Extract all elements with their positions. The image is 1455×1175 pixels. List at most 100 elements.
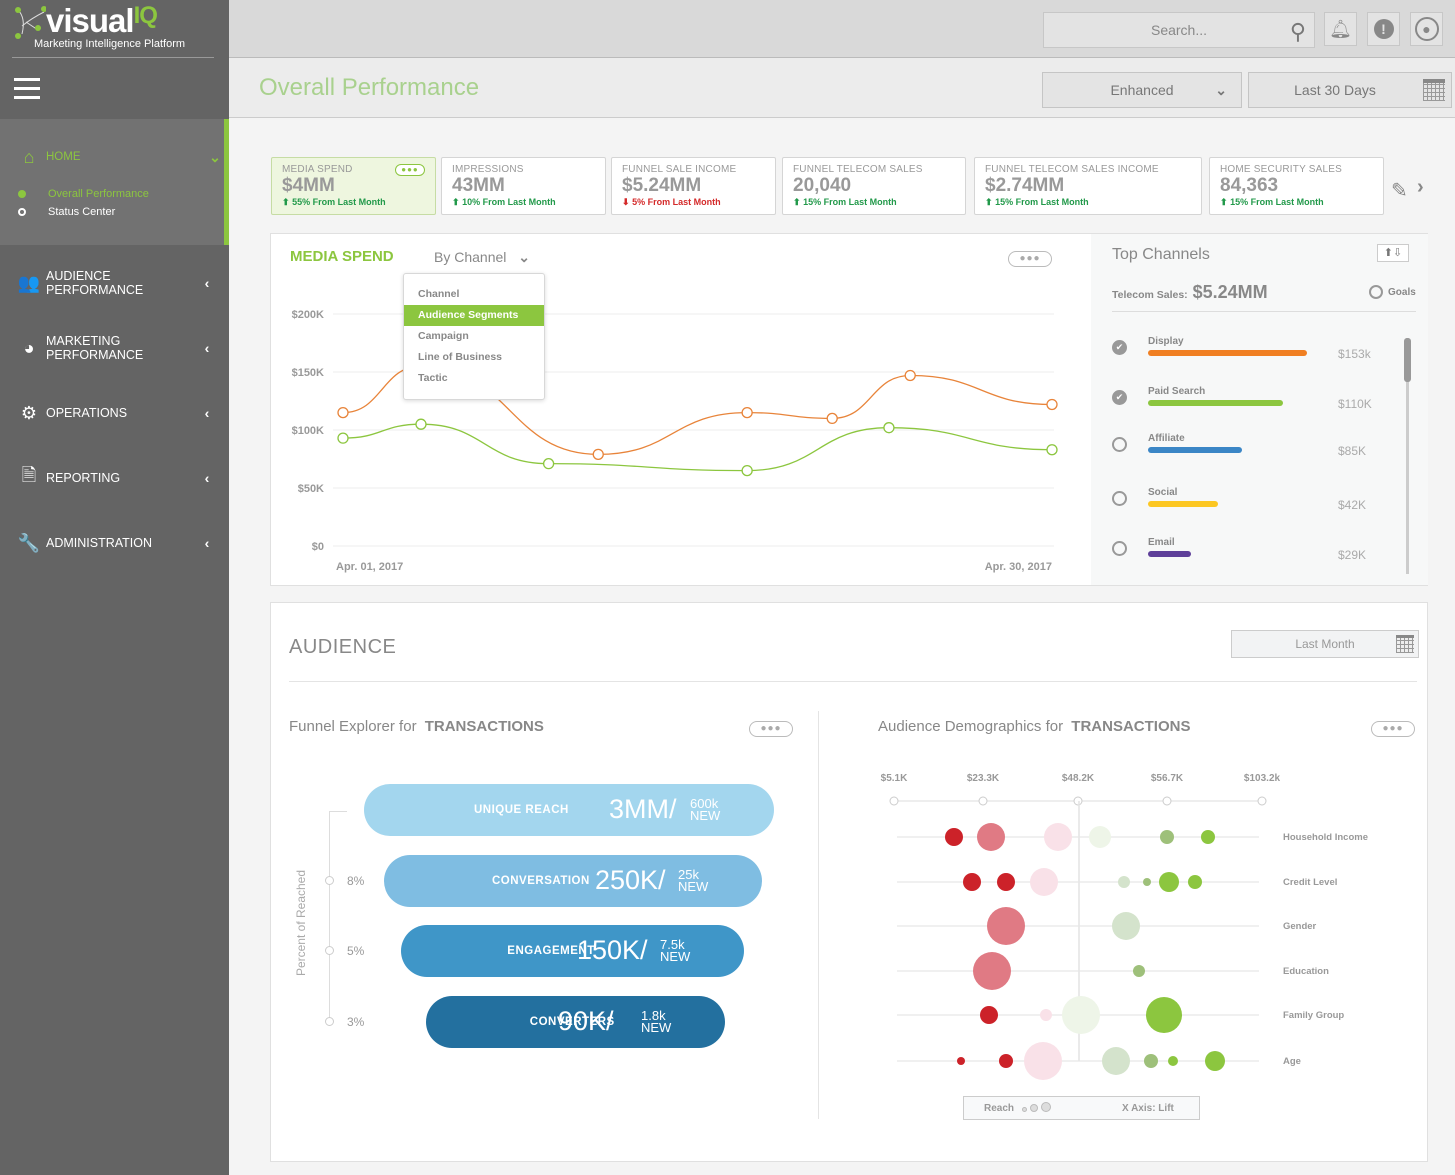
date-range-select[interactable]: Last 30 Days	[1248, 72, 1452, 108]
sidebar-item-home[interactable]: ⌂ HOME ⌄	[0, 137, 229, 177]
bubble[interactable]	[957, 1057, 965, 1065]
goals-toggle[interactable]: Goals	[1369, 285, 1416, 299]
bubble[interactable]	[980, 1006, 998, 1024]
bubble[interactable]	[1044, 823, 1072, 851]
sidebar-item-reporting[interactable]: 🗎 REPORTING ‹	[0, 458, 229, 498]
data-point[interactable]	[1046, 444, 1058, 456]
bubble[interactable]	[1160, 830, 1174, 844]
bubble[interactable]	[997, 873, 1015, 891]
channel-row[interactable]: ✔ Paid Search $110K	[1112, 386, 1392, 430]
bubble[interactable]	[1062, 996, 1100, 1034]
bubble[interactable]	[1143, 878, 1151, 886]
chevron-left-icon: ‹	[204, 340, 210, 356]
logo-mark-icon	[15, 6, 46, 39]
bubble[interactable]	[1112, 912, 1140, 940]
radio-icon[interactable]	[1112, 491, 1127, 506]
bubble[interactable]	[1201, 830, 1215, 844]
data-point[interactable]	[415, 418, 427, 430]
data-point[interactable]	[741, 406, 753, 419]
sidebar-subitem-status-center[interactable]: Status Center	[18, 206, 115, 218]
data-point[interactable]	[883, 422, 895, 434]
sidebar-subitem-overall-performance[interactable]: Overall Performance	[18, 188, 149, 200]
bubble[interactable]	[1133, 965, 1145, 977]
edit-icon[interactable]: ✎	[1391, 178, 1408, 203]
menu-item-line-of-business[interactable]: Line of Business	[404, 347, 544, 368]
checked-circle-icon[interactable]: ✔	[1112, 340, 1127, 355]
bubble[interactable]	[1144, 1054, 1158, 1068]
channel-value: $153k	[1338, 347, 1371, 361]
kpi-card-funnel-sale-income[interactable]: FUNNEL SALE INCOME $5.24MM ⬇ 5% From Las…	[611, 157, 776, 215]
more-options-button[interactable]: ●●●	[749, 721, 793, 737]
bubble[interactable]	[945, 828, 963, 846]
menu-item-channel[interactable]: Channel	[404, 284, 544, 305]
bubble[interactable]	[1024, 1042, 1062, 1080]
sidebar-item-administration[interactable]: 🔧 ADMINISTRATION ‹	[0, 523, 229, 563]
notifications-button[interactable]: 🔔︎	[1324, 12, 1357, 46]
user-profile-button[interactable]: ●	[1410, 12, 1443, 46]
bubble[interactable]	[963, 873, 981, 891]
search-input[interactable]: Search... ⚲	[1043, 12, 1315, 48]
radio-icon[interactable]	[1112, 541, 1127, 556]
data-point[interactable]	[592, 448, 604, 461]
search-icon[interactable]: ⚲	[1290, 15, 1306, 49]
bubble[interactable]	[1118, 876, 1130, 888]
x-tick-label: Apr. 01, 2017	[336, 561, 403, 573]
bubble[interactable]	[1168, 1056, 1178, 1066]
logo[interactable]: visualIQ Marketing Intelligence Platform	[12, 2, 214, 58]
more-options-button[interactable]: ●●●	[1371, 721, 1415, 737]
sidebar-item-marketing-performance[interactable]: ◕ MARKETING PERFORMANCE ‹	[0, 328, 229, 368]
inactive-dot-icon	[18, 208, 26, 216]
funnel-stage[interactable]: ENGAGEMENT 150K/7.5k NEW	[401, 925, 744, 977]
chevron-right-icon[interactable]: ›	[1417, 176, 1424, 199]
data-point[interactable]	[904, 369, 916, 382]
bubble[interactable]	[1030, 868, 1058, 896]
channel-row[interactable]: Affiliate $85K	[1112, 433, 1392, 477]
audience-title: AUDIENCE	[289, 636, 397, 658]
bubble[interactable]	[1089, 826, 1111, 848]
data-point[interactable]	[741, 464, 753, 477]
checked-circle-icon[interactable]: ✔	[1112, 390, 1127, 405]
bubble[interactable]	[999, 1054, 1013, 1068]
alerts-button[interactable]: !	[1367, 12, 1400, 46]
kpi-card-funnel-telecom-sales-income[interactable]: FUNNEL TELECOM SALES INCOME $2.74MM ⬆ 15…	[974, 157, 1202, 215]
menu-item-campaign[interactable]: Campaign	[404, 326, 544, 347]
channel-row[interactable]: ✔ Display $153k	[1112, 336, 1392, 380]
more-options-button[interactable]: ●●●	[395, 164, 425, 176]
calendar-icon[interactable]	[1396, 635, 1414, 653]
channel-row[interactable]: Social $42K	[1112, 487, 1392, 531]
bubble[interactable]	[1159, 872, 1179, 892]
scrollbar-thumb[interactable]	[1404, 338, 1411, 382]
data-point[interactable]	[337, 406, 349, 419]
audience-date-range-select[interactable]: Last Month	[1231, 630, 1419, 658]
funnel-stage[interactable]: UNIQUE REACH 3MM/600k NEW	[364, 784, 774, 836]
home-icon: ⌂	[23, 146, 35, 167]
funnel-stage[interactable]: CONVERTERS 90K/1.8k NEW	[426, 996, 725, 1048]
kpi-card-home-security-sales[interactable]: HOME SECURITY SALES 84,363 ⬆ 15% From La…	[1209, 157, 1384, 215]
bubble[interactable]	[987, 907, 1025, 945]
channel-row[interactable]: Email $29K	[1112, 537, 1392, 581]
bubble[interactable]	[1040, 1009, 1052, 1021]
radio-icon[interactable]	[1112, 437, 1127, 452]
bubble[interactable]	[1205, 1051, 1225, 1071]
data-point[interactable]	[542, 457, 555, 470]
funnel-stage[interactable]: CONVERSATION 250K/25k NEW	[384, 855, 762, 907]
kpi-card-funnel-telecom-sales[interactable]: FUNNEL TELECOM SALES 20,040 ⬆ 15% From L…	[782, 157, 966, 215]
kpi-card-media-spend[interactable]: MEDIA SPEND $4MM ⬆ 55% From Last Month ●…	[271, 157, 436, 215]
data-point[interactable]	[826, 412, 838, 425]
sidebar-item-audience-performance[interactable]: 👥 AUDIENCE PERFORMANCE ‹	[0, 263, 229, 303]
bubble[interactable]	[1102, 1047, 1130, 1075]
menu-item-tactic[interactable]: Tactic	[404, 368, 544, 389]
bubble[interactable]	[1188, 875, 1202, 889]
bubble[interactable]	[977, 823, 1005, 851]
sidebar-item-operations[interactable]: ⚙ OPERATIONS ‹	[0, 393, 229, 433]
hamburger-menu-icon[interactable]	[14, 78, 40, 100]
menu-item-audience-segments[interactable]: Audience Segments	[404, 305, 544, 326]
bubble[interactable]	[1146, 997, 1182, 1033]
calendar-icon[interactable]	[1423, 79, 1445, 101]
kpi-card-impressions[interactable]: IMPRESSIONS 43MM ⬆ 10% From Last Month	[441, 157, 606, 215]
view-select[interactable]: Enhanced ⌄	[1042, 72, 1242, 108]
data-point[interactable]	[1046, 398, 1058, 411]
bubble[interactable]	[973, 952, 1011, 990]
sort-toggle-icon[interactable]: ⬆⇩	[1377, 244, 1409, 262]
data-point[interactable]	[337, 432, 349, 444]
